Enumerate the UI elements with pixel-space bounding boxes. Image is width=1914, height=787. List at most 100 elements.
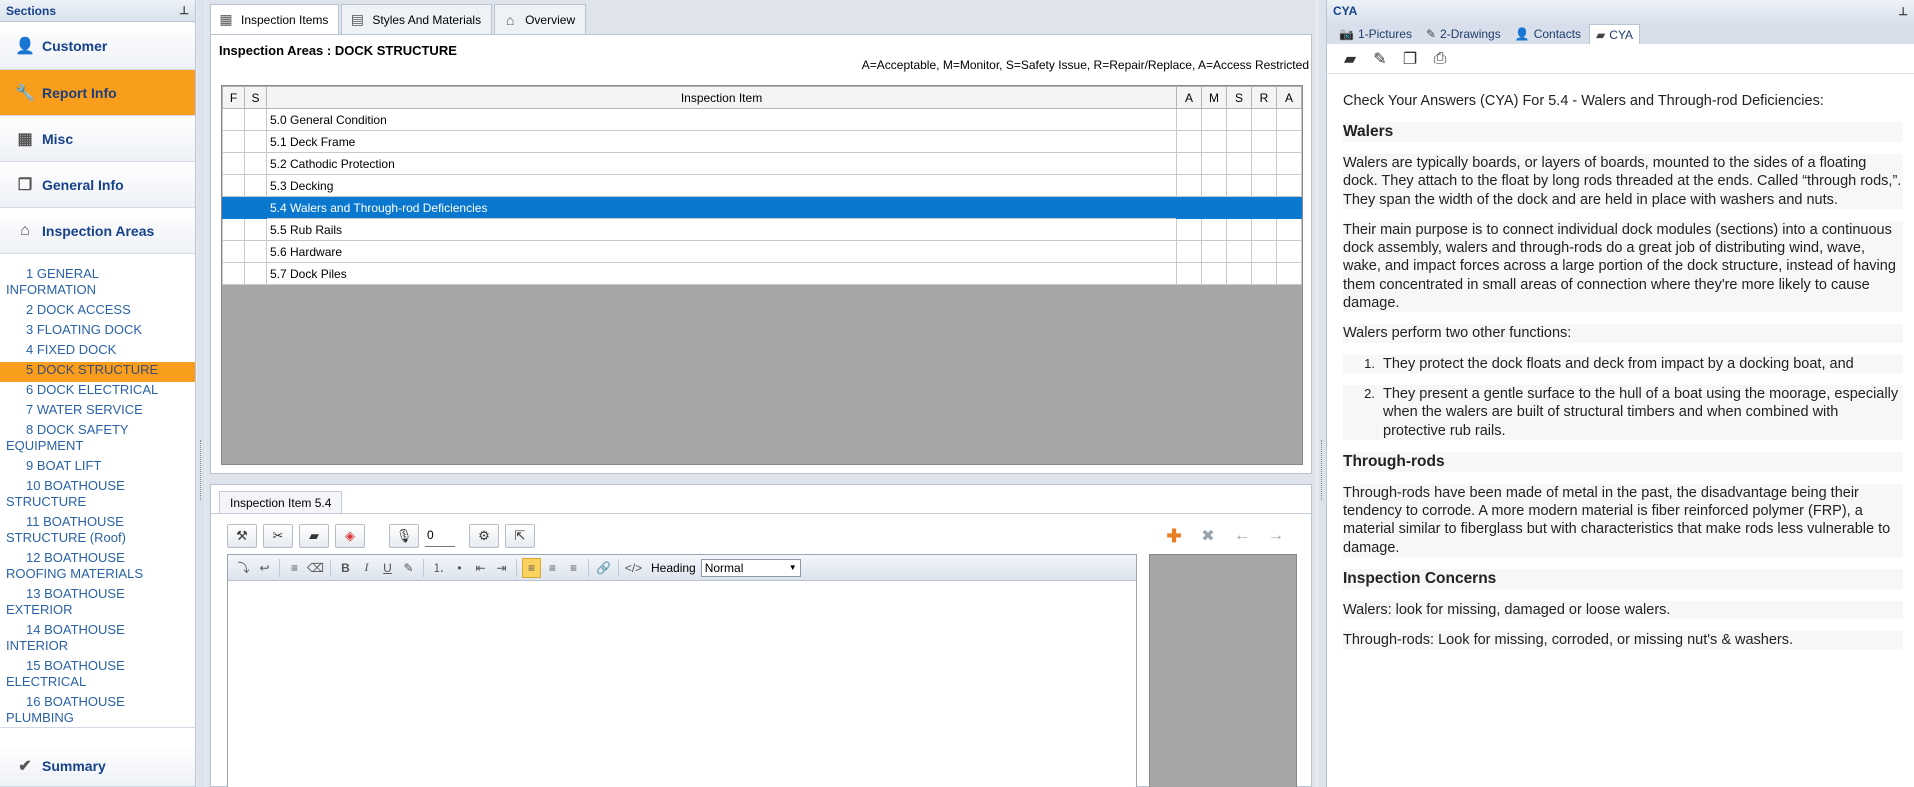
table-row[interactable]: 5.2 Cathodic Protection (222, 152, 1302, 175)
area-item-7[interactable]: 7 WATER SERVICE (0, 402, 195, 422)
area-item-4[interactable]: 4 FIXED DOCK (0, 342, 195, 362)
table-row-selected[interactable]: 5.4 Walers and Through-rod Deficiencies (222, 196, 1302, 219)
microphone-icon[interactable]: 🎙 (389, 524, 419, 548)
person-icon: 👤 (15, 37, 35, 55)
pin-icon[interactable]: ⊥ (1898, 5, 1908, 18)
undo-icon[interactable]: ↩ (255, 558, 274, 578)
indent-icon[interactable]: ⇥ (492, 558, 511, 578)
col-header-item[interactable]: Inspection Item (266, 86, 1177, 109)
heading-label: Heading (651, 560, 696, 575)
area-item-15[interactable]: 15 BOATHOUSE ELECTRICAL (0, 658, 195, 694)
heading-walers: Walers (1343, 122, 1903, 142)
area-item-6[interactable]: 6 DOCK ELECTRICAL (0, 382, 195, 402)
right-splitter[interactable] (1318, 0, 1326, 787)
align-center-icon[interactable]: ≡ (543, 558, 562, 578)
col-header-f[interactable]: F (222, 86, 245, 109)
bold-icon[interactable]: B (336, 558, 355, 578)
area-item-14[interactable]: 14 BOATHOUSE INTERIOR (0, 622, 195, 658)
tab-overview[interactable]: ⌂ Overview (494, 4, 587, 34)
tab-inspection-item[interactable]: Inspection Item 5.4 (219, 491, 343, 513)
count-field[interactable]: 0 (425, 525, 455, 547)
gear-icon[interactable]: ⚙ (469, 524, 499, 548)
table-row[interactable]: 5.5 Rub Rails (222, 218, 1302, 241)
book-icon[interactable]: ▰ (299, 524, 329, 548)
table-row[interactable]: 5.1 Deck Frame (222, 130, 1302, 153)
edit-icon[interactable]: ✎ (1369, 48, 1391, 70)
section-inspection-areas[interactable]: ⌂ Inspection Areas (0, 208, 195, 254)
bullet-list-icon[interactable]: • (450, 558, 469, 578)
inspection-grid: F S Inspection Item A M S R A 5.0 Genera… (221, 85, 1303, 465)
section-general-info[interactable]: ❐ General Info (0, 162, 195, 208)
tab-styles-and-materials[interactable]: ▤ Styles And Materials (341, 4, 493, 34)
eraser-icon[interactable]: ◈ (335, 524, 365, 548)
pin-icon[interactable]: ⊥ (179, 4, 189, 17)
highlight-icon[interactable]: ✎ (399, 558, 418, 578)
tab-drawings[interactable]: ✎ 2-Drawings (1420, 24, 1507, 44)
section-summary[interactable]: ✔ Summary (0, 745, 195, 787)
section-label: General Info (42, 176, 124, 193)
area-item-9[interactable]: 9 BOAT LIFT (0, 458, 195, 478)
area-item-8[interactable]: 8 DOCK SAFETY EQUIPMENT (0, 422, 195, 458)
table-row[interactable]: 5.6 Hardware (222, 240, 1302, 263)
link-icon[interactable]: 🔗 (594, 558, 613, 578)
area-item-16[interactable]: 16 BOATHOUSE PLUMBING (0, 694, 195, 730)
copy-icon[interactable]: ❐ (1399, 48, 1421, 70)
table-row[interactable]: 5.3 Decking (222, 174, 1302, 197)
heading-inspection-concerns: Inspection Concerns (1343, 569, 1903, 590)
numbered-list-icon[interactable]: ⒈ (429, 558, 448, 578)
tab-pictures[interactable]: 📷 1-Pictures (1333, 24, 1418, 44)
left-splitter[interactable] (197, 0, 205, 787)
align-justify-icon[interactable]: ≡ (285, 558, 304, 578)
underline-icon[interactable]: U (378, 558, 397, 578)
house-icon: ⌂ (505, 11, 515, 28)
section-misc[interactable]: ▦ Misc (0, 116, 195, 162)
section-customer[interactable]: 👤 Customer (0, 22, 195, 70)
paragraph: Their main purpose is to connect individ… (1343, 220, 1903, 313)
col-header-m[interactable]: M (1201, 86, 1227, 109)
tools-icon[interactable]: ✂ (263, 524, 293, 548)
col-header-r[interactable]: R (1251, 86, 1277, 109)
center-splitter[interactable] (206, 476, 1316, 484)
col-header-s2[interactable]: S (1226, 86, 1252, 109)
chevron-down-icon: ▼ (788, 563, 797, 572)
arrow-right-icon[interactable]: → (1261, 524, 1291, 548)
hammer-icon[interactable]: ⚒ (227, 524, 257, 548)
italic-icon[interactable]: I (357, 558, 376, 578)
outdent-icon[interactable]: ⇤ (471, 558, 490, 578)
section-report-info[interactable]: 🔧 Report Info (0, 70, 195, 116)
table-row[interactable]: 5.0 General Condition (222, 108, 1302, 131)
area-item-3[interactable]: 3 FLOATING DOCK (0, 322, 195, 342)
col-header-a2[interactable]: A (1276, 86, 1302, 109)
tab-cya[interactable]: ▰ CYA (1589, 24, 1641, 44)
area-item-1[interactable]: 1 GENERAL INFORMATION (0, 266, 195, 302)
area-item-10[interactable]: 10 BOATHOUSE STRUCTURE (0, 478, 195, 514)
delete-icon[interactable]: ✖ (1193, 524, 1223, 548)
insert-icon[interactable]: ⤵ (234, 558, 253, 578)
arrow-left-icon[interactable]: ← (1227, 524, 1257, 548)
area-item-11[interactable]: 11 BOATHOUSE STRUCTURE (Roof) (0, 514, 195, 550)
comment-editor: ⤵ ↩ ≡ ⌫ B I U ✎ ⒈ • ⇤ ⇥ ≡ ≡ ≡ 🔗 </> Head… (227, 554, 1137, 787)
book-icon[interactable]: ▰ (1339, 48, 1361, 70)
source-code-icon[interactable]: </> (624, 558, 643, 578)
open-external-icon[interactable]: ⇱ (505, 524, 535, 548)
book-icon: ▰ (1596, 27, 1606, 42)
clear-format-icon[interactable]: ⌫ (306, 558, 325, 578)
align-left-icon[interactable]: ≡ (522, 557, 541, 578)
align-right-icon[interactable]: ≡ (564, 558, 583, 578)
section-label: Inspection Areas (42, 222, 155, 239)
item-nav: ✚ ✖ ← → (1159, 524, 1291, 548)
tab-contacts[interactable]: 👤 Contacts (1509, 24, 1587, 44)
col-header-a[interactable]: A (1176, 86, 1202, 109)
print-icon[interactable]: ⎙ (1429, 48, 1451, 70)
col-header-s[interactable]: S (244, 86, 267, 109)
area-item-13[interactable]: 13 BOATHOUSE EXTERIOR (0, 586, 195, 622)
picture-preview (1149, 554, 1297, 787)
area-item-5[interactable]: 5 DOCK STRUCTURE (0, 362, 195, 382)
heading-select[interactable]: Normal ▼ (700, 558, 801, 577)
add-icon[interactable]: ✚ (1159, 524, 1189, 548)
editor-text-area[interactable] (228, 581, 1136, 787)
area-item-12[interactable]: 12 BOATHOUSE ROOFING MATERIALS (0, 550, 195, 586)
tab-inspection-items[interactable]: ▦ Inspection Items (210, 4, 340, 34)
table-row[interactable]: 5.7 Dock Piles (222, 262, 1302, 285)
area-item-2[interactable]: 2 DOCK ACCESS (0, 302, 195, 322)
